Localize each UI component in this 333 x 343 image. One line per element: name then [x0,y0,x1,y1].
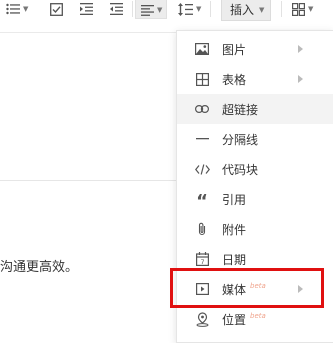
media-label: 媒体 [222,282,247,297]
menu-item-label: 表格 [222,72,247,87]
menu-item-divider[interactable]: 分隔线 [177,124,333,154]
toolbar: ▼ ▼ ▼ 插入 ▼ ▼ [0,0,333,21]
menu-item-label: 媒体 beta [222,281,266,298]
beta-badge: beta [250,281,266,290]
chevron-down-icon: ▼ [259,5,265,14]
line-height-button[interactable]: ▼ [178,0,201,18]
menu-item-code-block[interactable]: 代码块 [177,154,333,184]
chevron-right-icon [298,75,303,83]
align-left-icon [141,4,154,16]
chevron-down-icon: ▼ [308,5,314,13]
menu-item-hyperlink[interactable]: 超链接 [177,94,333,124]
align-button[interactable]: ▼ [135,0,167,19]
layout-grid-button[interactable]: ▼ [292,0,313,18]
quote-icon: “ [196,191,208,212]
location-label: 位置 [222,312,247,327]
menu-item-label: 分隔线 [222,132,259,147]
chevron-right-icon [298,285,303,293]
insert-button[interactable]: 插入 ▼ [221,0,271,21]
menu-item-label: 日期 [222,252,247,267]
beta-badge: beta [250,311,266,320]
indent-button[interactable] [80,0,93,18]
menu-item-date[interactable]: 7 日期 [177,244,333,274]
toolbar-divider [210,1,211,17]
editor-divider [0,180,180,181]
line-height-icon [178,2,193,16]
calendar-icon: 7 [194,251,210,267]
chevron-down-icon: ▼ [157,6,163,14]
menu-item-label: 附件 [222,222,247,237]
document-text[interactable]: 沟通更高效。 [0,256,78,275]
menu-item-label: 代码块 [222,162,259,177]
svg-text:7: 7 [200,259,204,266]
menu-item-quote[interactable]: “ 引用 [177,184,333,214]
indent-icon [80,3,93,15]
outdent-button[interactable] [110,0,123,18]
grid-icon [292,2,305,16]
menu-item-location[interactable]: 位置 beta [177,304,333,334]
location-icon [194,311,210,327]
checklist-icon [50,2,63,16]
attachment-icon [194,221,210,237]
table-icon [194,71,210,87]
menu-item-image[interactable]: 图片 [177,34,333,64]
menu-item-label: 引用 [222,192,247,207]
checklist-button[interactable] [50,0,63,18]
unordered-list-button[interactable]: ▼ [6,0,28,18]
menu-item-label: 图片 [222,42,247,57]
chevron-right-icon [298,45,303,53]
link-icon [194,101,210,117]
chevron-down-icon: ▼ [196,5,202,13]
code-icon [194,161,210,177]
unordered-list-icon [6,3,20,15]
image-icon [194,41,210,57]
media-icon [194,281,210,297]
menu-item-table[interactable]: 表格 [177,64,333,94]
toolbar-divider [132,1,133,17]
toolbar-divider [281,1,282,17]
menu-item-label: 位置 beta [222,311,266,328]
outdent-icon [110,3,123,15]
insert-label: 插入 [230,3,255,17]
menu-item-label: 超链接 [222,102,259,117]
chevron-down-icon: ▼ [23,5,29,13]
menu-item-attachment[interactable]: 附件 [177,214,333,244]
insert-menu: 图片 表格 超链接 分隔线 代码块 “ 引用 附件 7 日期 媒体 beta 位… [176,30,333,343]
divider-icon [194,131,210,147]
menu-item-media[interactable]: 媒体 beta [177,274,333,304]
